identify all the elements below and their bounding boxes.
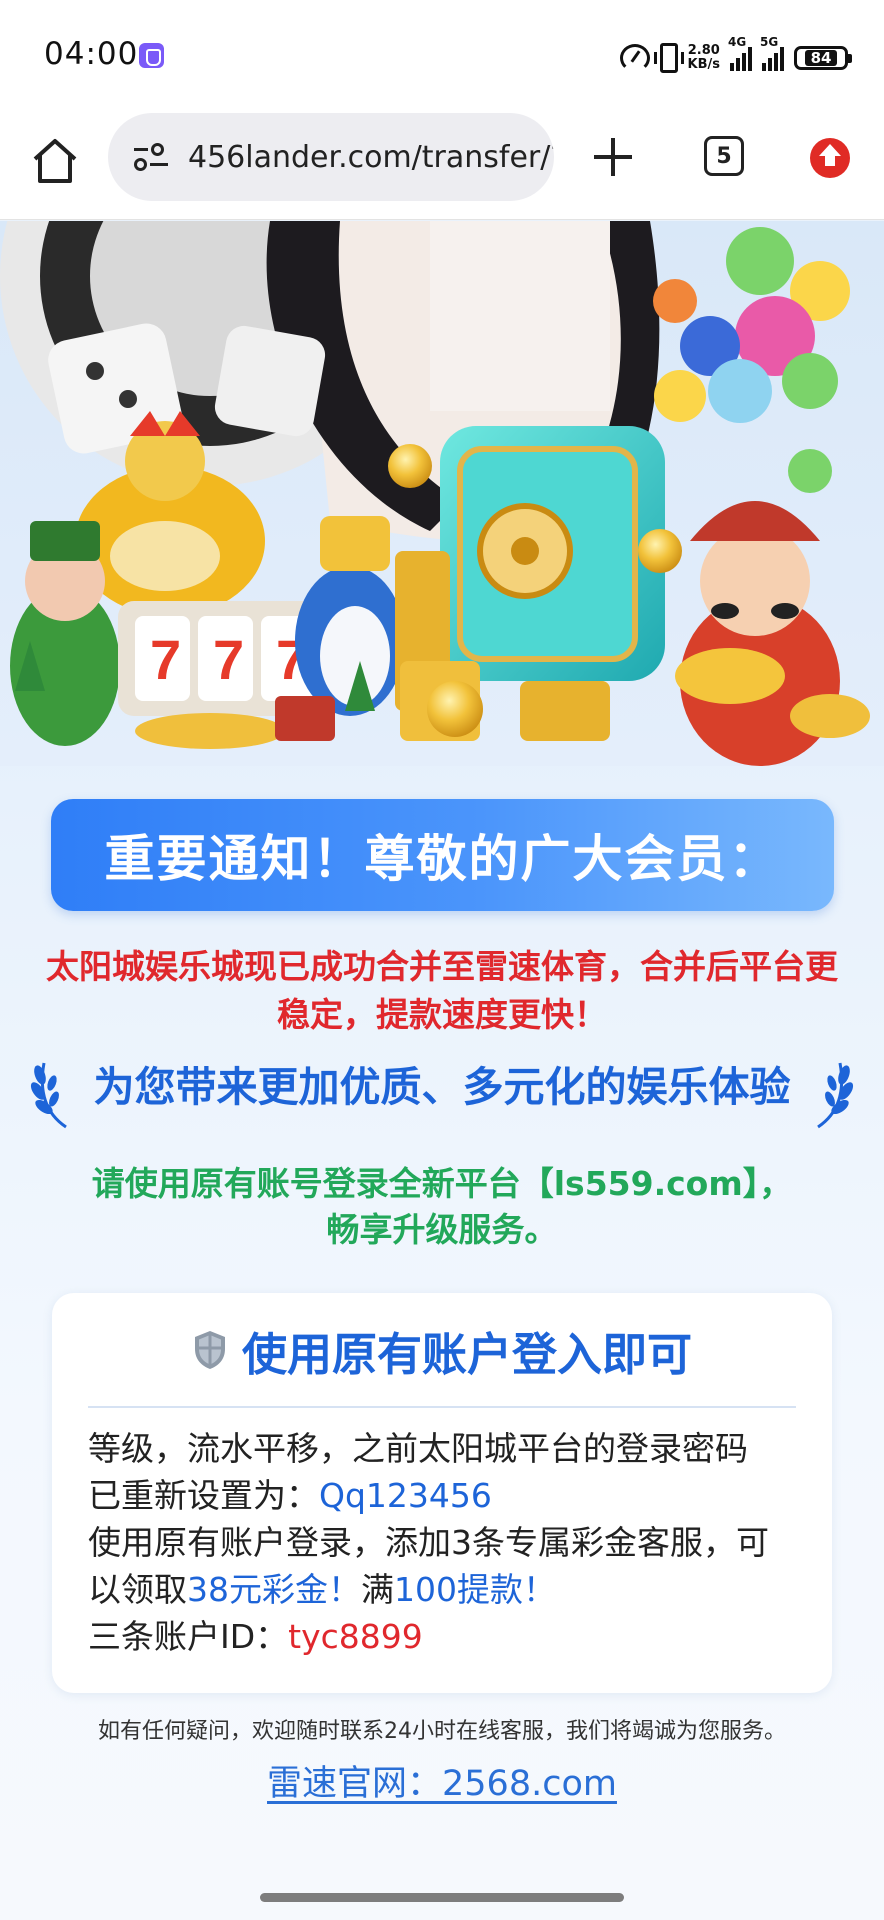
web-page: 7 7 7 重要通知！尊敬的广大会员： 太阳城娱乐城现已成功合并至雷速体育，合并… xyxy=(0,221,884,1920)
battery-icon: 84 xyxy=(794,46,852,70)
official-site-row: 雷速官网：2568.com xyxy=(0,1755,884,1806)
signal-4g-icon: 4G xyxy=(728,35,752,71)
support-note: 如有任何疑问，欢迎随时联系24小时在线客服，我们将竭诚为您服务。 xyxy=(98,1719,786,1744)
address-bar[interactable]: 456lander.com/transfer/? xyxy=(108,113,554,201)
login-prompt: 请使用原有账号登录全新平台【ls559.com】， 畅享升级服务。 xyxy=(40,1161,844,1253)
new-tab-icon[interactable] xyxy=(590,134,636,180)
card-header: 使用原有账户登入即可 xyxy=(52,1315,832,1385)
withdraw-threshold: 100提款！ xyxy=(394,1570,556,1609)
merge-notice: 太阳城娱乐城现已成功合并至雷速体育，合并后平台更稳定，提款速度更快！ xyxy=(46,947,838,1034)
laurel-right-icon xyxy=(817,1062,854,1129)
browser-toolbar: 456lander.com/transfer/? 5 xyxy=(0,112,884,220)
account-id-label: 三条账户ID： xyxy=(88,1617,289,1656)
network-speed-unit: KB/s xyxy=(687,57,720,72)
status-bar: 04:00 2.80 KB/s 4G 5G 84 xyxy=(0,0,884,112)
account-id-value: tyc8899 xyxy=(288,1617,423,1656)
speed-gauge-icon xyxy=(619,44,650,72)
slogan-text: 为您带来更加优质、多元化的娱乐体验 xyxy=(93,1063,791,1111)
site-settings-icon[interactable] xyxy=(134,142,170,172)
card-body: 等级，流水平移，之前太阳城平台的登录密码 已重新设置为：Qq123456 使用原… xyxy=(88,1425,808,1660)
password-value: Qq123456 xyxy=(319,1476,492,1515)
login-info-card: 使用原有账户登入即可 等级，流水平移，之前太阳城平台的登录密码 已重新设置为：Q… xyxy=(52,1293,832,1693)
update-icon[interactable] xyxy=(810,138,850,178)
bonus-amount: 38元彩金！ xyxy=(187,1570,361,1609)
slogan-row: 为您带来更加优质、多元化的娱乐体验 xyxy=(30,1051,854,1131)
bonus-prefix: 以领取 xyxy=(88,1570,187,1609)
card-divider xyxy=(88,1406,796,1408)
vibrate-icon xyxy=(653,43,684,73)
official-site-link[interactable]: 雷速官网：2568.com xyxy=(267,1764,617,1804)
card-line-2: 已重新设置为：Qq123456 xyxy=(88,1472,808,1519)
tab-switcher-button[interactable]: 5 xyxy=(704,136,744,176)
status-icons: 2.80 KB/s 4G 5G 84 xyxy=(619,35,852,78)
battery-level: 84 xyxy=(804,50,838,66)
login-prompt-line1: 请使用原有账号登录全新平台【ls559.com】， xyxy=(91,1164,793,1203)
card-line-4: 以领取38元彩金！满100提款！ xyxy=(88,1566,808,1613)
card-line-3: 使用原有账户登录，添加3条专属彩金客服，可 xyxy=(88,1523,769,1562)
svg-text:7: 7 xyxy=(213,628,244,691)
app-notification-icon xyxy=(139,43,164,68)
card-line-5: 三条账户ID：tyc8899 xyxy=(88,1613,808,1660)
network-speed: 2.80 KB/s xyxy=(688,44,720,72)
home-icon[interactable] xyxy=(28,134,82,188)
sim2-label: 5G xyxy=(760,35,779,49)
status-time: 04:00 xyxy=(44,36,139,72)
password-label: 已重新设置为： xyxy=(88,1476,319,1515)
notice-banner: 重要通知！尊敬的广大会员： xyxy=(51,799,834,911)
sim1-label: 4G xyxy=(728,35,747,49)
withdraw-prefix: 满 xyxy=(361,1570,394,1609)
card-line-1: 等级，流水平移，之前太阳城平台的登录密码 xyxy=(88,1429,748,1468)
login-prompt-line2: 畅享升级服务。 xyxy=(326,1210,558,1249)
gesture-home-indicator[interactable] xyxy=(260,1893,624,1902)
card-title: 使用原有账户登入即可 xyxy=(241,1327,692,1381)
shield-icon xyxy=(194,1331,225,1369)
network-speed-value: 2.80 xyxy=(687,43,720,58)
hero-casino-illustration: 7 7 7 xyxy=(0,221,884,766)
signal-5g-icon: 5G xyxy=(760,35,784,71)
url-text[interactable]: 456lander.com/transfer/? xyxy=(188,140,554,175)
notice-title: 重要通知！尊敬的广大会员： xyxy=(104,830,781,888)
svg-text:7: 7 xyxy=(150,628,181,691)
